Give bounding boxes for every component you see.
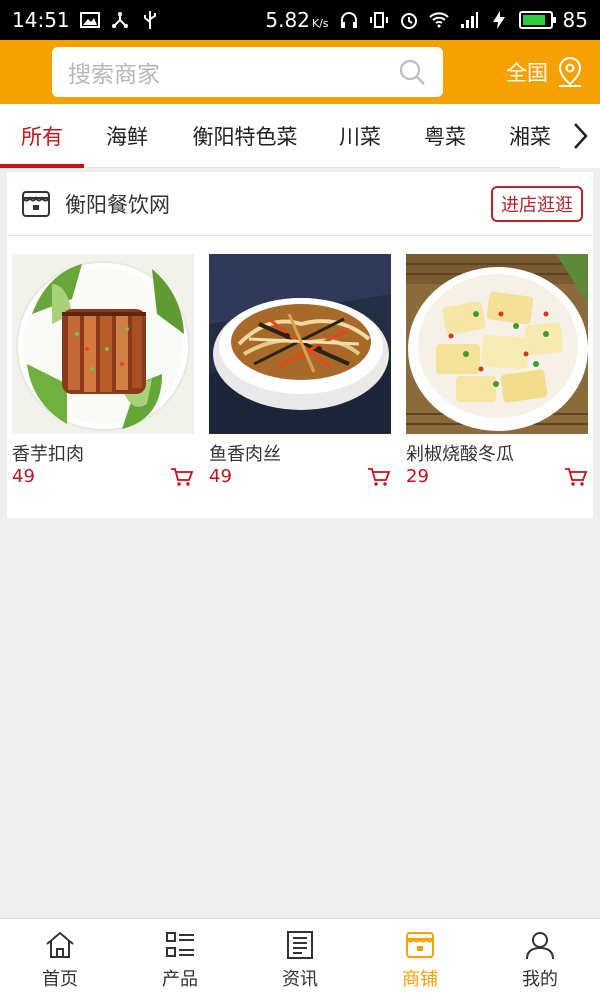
gallery-icon [79,12,100,28]
category-tabs: 所有 海鲜 衡阳特色菜 川菜 粤菜 湘菜 [0,104,600,168]
bottom-nav: 首页 产品 资讯 商铺 我的 [0,918,600,1000]
store-header: 衡阳餐饮网 进店逛逛 [7,172,593,236]
tab-all[interactable]: 所有 [0,104,84,168]
product-item[interactable]: 鱼香肉丝 49 [209,254,391,487]
tabs-more-button[interactable] [560,104,600,168]
home-icon [46,931,74,958]
nav-news[interactable]: 资讯 [240,919,360,1000]
product-footer: 29 [406,466,588,487]
tab-cantonese[interactable]: 粤菜 [400,104,490,168]
net-speed: 5.82 K/s [265,8,328,32]
signal-icon [460,12,478,28]
tab-label: 衡阳特色菜 [192,124,298,149]
product-image-taro-pork[interactable] [12,254,194,434]
product-price: 49 [12,466,35,487]
shop-icon [22,190,50,217]
nav-home[interactable]: 首页 [0,919,120,1000]
tab-label: 湘菜 [509,124,551,149]
list-icon [166,931,194,957]
tab-label: 川菜 [339,124,381,149]
battery-fill [522,15,545,25]
nav-me[interactable]: 我的 [480,919,600,1000]
header: 搜索商家 全国 [0,40,600,104]
region-selector[interactable]: 全国 [506,56,584,88]
status-right: 5.82 K/s 85 [265,8,588,32]
tab-sichuan[interactable]: 川菜 [320,104,400,168]
tab-seafood[interactable]: 海鲜 [84,104,170,168]
product-list: 香芋扣肉 49 鱼香肉丝 49 剁椒烧酸冬瓜 29 [12,254,588,487]
nav-shops[interactable]: 商铺 [360,919,480,1000]
cart-icon[interactable] [367,467,391,487]
nav-label: 产品 [162,968,198,990]
share-icon [111,12,128,28]
net-speed-unit: K/s [311,17,329,30]
cart-icon[interactable] [564,467,588,487]
tab-hunan[interactable]: 湘菜 [490,104,570,168]
visit-store-button[interactable]: 进店逛逛 [491,185,583,222]
tab-hengyang-specialty[interactable]: 衡阳特色菜 [170,104,320,168]
product-image-fish-flavored-pork[interactable] [209,254,391,434]
product-name: 鱼香肉丝 [209,444,281,465]
store-name: 衡阳餐饮网 [65,192,170,217]
usb-icon [143,11,156,29]
product-name: 香芋扣肉 [12,444,84,465]
tab-label: 海鲜 [106,124,148,149]
nav-products[interactable]: 产品 [120,919,240,1000]
charging-icon [492,11,505,29]
product-item[interactable]: 剁椒烧酸冬瓜 29 [406,254,588,487]
nav-label: 商铺 [402,968,438,990]
product-footer: 49 [209,466,391,487]
product-price: 29 [406,466,429,487]
nav-label: 资讯 [282,968,318,990]
battery-level: 85 [562,8,588,32]
headphones-icon [340,12,357,28]
search-placeholder: 搜索商家 [68,62,160,88]
nav-label: 首页 [42,968,78,990]
search-input[interactable]: 搜索商家 [52,47,443,97]
status-left: 14:51 [12,8,160,32]
status-bar: 14:51 5.82 K/s 85 [0,0,600,40]
user-icon [526,931,554,959]
news-icon [287,930,313,959]
battery-icon [518,11,556,29]
location-pin-icon [558,56,582,87]
nav-label: 我的 [522,968,558,990]
store-card[interactable]: 衡阳餐饮网 进店逛逛 香芋扣肉 49 鱼香肉丝 49 剁椒烧酸冬瓜 29 [7,172,593,518]
cart-icon[interactable] [170,467,194,487]
region-label: 全国 [506,61,548,85]
shop-icon [406,931,434,958]
wifi-icon [428,12,449,28]
tab-label: 所有 [21,124,63,149]
alarm-icon [400,13,417,29]
product-image-chili-winter-melon[interactable] [406,254,588,434]
net-speed-value: 5.82 [265,8,310,32]
product-item[interactable]: 香芋扣肉 49 [12,254,194,487]
product-footer: 49 [12,466,194,487]
product-price: 49 [209,466,232,487]
chevron-right-icon [574,123,588,149]
tab-label: 粤菜 [424,124,466,149]
status-time: 14:51 [12,8,70,32]
search-icon[interactable] [397,57,427,87]
product-name: 剁椒烧酸冬瓜 [406,444,514,465]
vibrate-icon [369,12,388,28]
